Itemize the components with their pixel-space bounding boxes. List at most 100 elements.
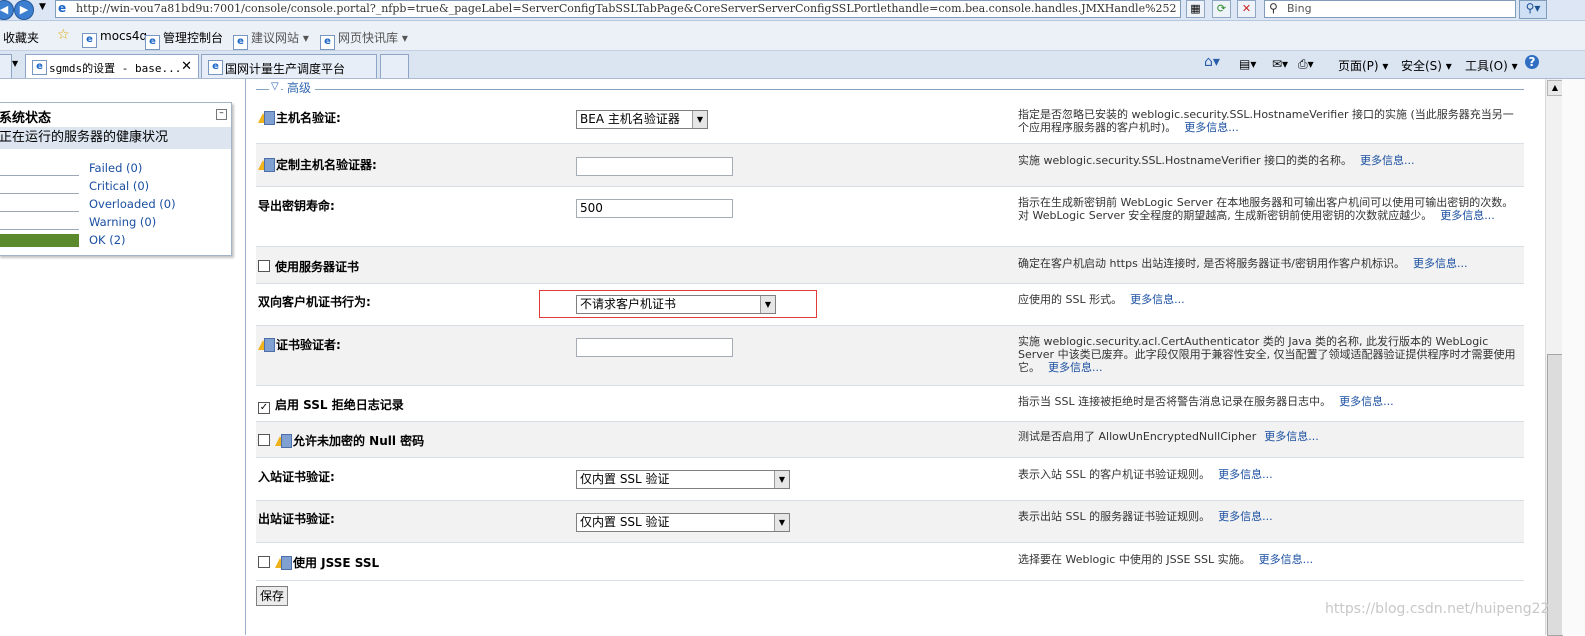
field-label: 主机名验证:: [258, 109, 341, 126]
row-use-server-certs: 使用服务器证书 确定在客户机启动 https 出站连接时, 是否将服务器证书/密…: [256, 247, 1524, 284]
home-icon[interactable]: ⌂▾: [1204, 54, 1220, 70]
tab-sgmds-settings[interactable]: e sgmds的设置 - base... ✕: [25, 54, 199, 78]
favorites-bar: 收藏夹 ☆ e mocs4q e 管理控制台 e 建议网站 ▾ e 网页快讯库 ▾: [0, 21, 1585, 51]
more-info-link[interactable]: 更多信息...: [1130, 293, 1185, 306]
tab-list-dropdown-icon[interactable]: ▼: [12, 59, 18, 68]
collapse-icon[interactable]: ▽: [269, 81, 281, 92]
health-link-warning[interactable]: Warning (0): [89, 215, 156, 229]
save-button[interactable]: 保存: [256, 586, 288, 606]
row-allow-null-cipher: 允许未加密的 Null 密码 测试是否启用了 AllowUnEncryptedN…: [256, 422, 1524, 458]
hostname-verification-select[interactable]: BEA 主机名验证器 ▼: [576, 110, 708, 129]
chevron-down-icon: ▼: [774, 514, 789, 531]
fav-link-console[interactable]: e 管理控制台: [145, 29, 223, 50]
feeds-icon[interactable]: ▤▾: [1239, 57, 1256, 71]
custom-hostname-verifier-input[interactable]: [576, 157, 733, 176]
field-description: 实施 weblogic.security.acl.CertAuthenticat…: [1018, 335, 1516, 374]
advanced-section-header[interactable]: ▽ 高级: [256, 79, 1524, 96]
more-info-link[interactable]: 更多信息...: [1440, 209, 1495, 222]
field-label: 使用服务器证书: [258, 258, 359, 275]
health-link-overloaded[interactable]: Overloaded (0): [89, 197, 176, 211]
allow-null-cipher-checkbox[interactable]: [258, 434, 270, 446]
health-bar: [0, 198, 79, 212]
more-info-link[interactable]: 更多信息...: [1259, 553, 1314, 566]
field-label: 定制主机名验证器:: [258, 156, 377, 173]
scroll-thumb[interactable]: [1547, 354, 1563, 636]
tab-dispatch-platform[interactable]: e 国网计量生产调度平台: [201, 54, 377, 78]
tools-menu[interactable]: 工具(O) ▾: [1465, 57, 1518, 74]
field-description: 实施 weblogic.security.SSL.HostnameVerifie…: [1018, 154, 1415, 167]
mail-icon[interactable]: ✉▾: [1272, 57, 1288, 71]
field-description: 指示当 SSL 连接被拒绝时是否将警告消息记录在服务器日志中。 更多信息...: [1018, 395, 1394, 408]
url-input[interactable]: e http://win-vou7a81bd9u:7001/console/co…: [55, 0, 1181, 18]
fav-web-slice-gallery[interactable]: e 网页快讯库 ▾: [320, 29, 408, 50]
compatibility-view-icon[interactable]: ▦: [1186, 0, 1205, 18]
health-row-failed: Failed (0): [0, 159, 231, 177]
watermark: https://blog.csdn.net/huipeng22: [1325, 601, 1550, 617]
field-description: 测试是否启用了 AllowUnEncryptedNullCipher 更多信息..…: [1018, 430, 1319, 443]
quick-tabs-button[interactable]: [0, 54, 12, 78]
scroll-up-icon[interactable]: ▲: [1547, 80, 1563, 96]
new-tab-button[interactable]: [380, 54, 409, 78]
more-info-link[interactable]: 更多信息...: [1264, 430, 1319, 443]
system-status-panel: 系统状态 – 正在运行的服务器的健康状况 Failed (0) Critical…: [0, 102, 232, 256]
row-two-way-client-cert: 双向客户机证书行为: 不请求客户机证书 ▼ 应使用的 SSL 形式。 更多信息...: [256, 284, 1524, 326]
use-jsse-ssl-checkbox[interactable]: [258, 556, 270, 568]
minimize-icon[interactable]: –: [216, 109, 227, 120]
row-export-key-lifespan: 导出密钥寿命: 500 指示在生成新密钥前 WebLogic Server 在本…: [256, 187, 1524, 247]
add-favorite-icon[interactable]: ☆: [57, 27, 70, 43]
highlight-box: [539, 290, 817, 318]
more-info-link[interactable]: 更多信息...: [1218, 468, 1273, 481]
outer-scroll-area: [1562, 79, 1585, 635]
print-icon[interactable]: ⎙▾: [1298, 57, 1314, 72]
more-info-link[interactable]: 更多信息...: [1184, 121, 1239, 134]
fav-suggested-sites[interactable]: e 建议网站 ▾: [233, 29, 309, 50]
field-label: 出站证书验证:: [258, 512, 335, 526]
health-link-failed[interactable]: Failed (0): [89, 161, 142, 175]
ie-page-icon: e: [82, 33, 97, 48]
fav-link-mocs4q[interactable]: e mocs4q: [82, 29, 147, 48]
more-info-link[interactable]: 更多信息...: [1339, 395, 1394, 408]
field-label: 双向客户机证书行为:: [258, 295, 371, 309]
health-link-ok[interactable]: OK (2): [89, 233, 126, 247]
field-description: 选择要在 Weblogic 中使用的 JSSE SSL 实施。 更多信息...: [1018, 553, 1314, 566]
ie-page-icon: e: [58, 1, 67, 15]
help-icon[interactable]: ?: [1525, 55, 1539, 69]
search-icon[interactable]: ⚲▾: [1519, 0, 1547, 19]
use-server-certs-checkbox[interactable]: [258, 260, 270, 272]
more-info-link[interactable]: 更多信息...: [1413, 257, 1468, 270]
health-bar: [0, 162, 79, 176]
vertical-scrollbar[interactable]: ▲: [1545, 79, 1563, 636]
url-text: http://win-vou7a81bd9u:7001/console/cons…: [76, 2, 1176, 15]
row-custom-hostname-verifier: 定制主机名验证器: 实施 weblogic.security.SSL.Hostn…: [256, 144, 1524, 187]
search-input[interactable]: ⚲ Bing: [1264, 0, 1516, 18]
field-description: 指定是否忽略已安装的 weblogic.security.SSL.Hostnam…: [1018, 108, 1514, 134]
history-dropdown-icon[interactable]: ▼: [39, 2, 46, 12]
row-cert-authenticator: 证书验证者: 实施 weblogic.security.acl.CertAuth…: [256, 326, 1524, 386]
cert-authenticator-input[interactable]: [576, 338, 733, 357]
field-description: 应使用的 SSL 形式。 更多信息...: [1018, 293, 1185, 306]
more-info-link[interactable]: 更多信息...: [1218, 510, 1273, 523]
refresh-icon[interactable]: ⟳: [1212, 0, 1231, 18]
close-tab-icon[interactable]: ✕: [181, 59, 192, 74]
health-link-critical[interactable]: Critical (0): [89, 179, 149, 193]
section-title: 高级: [283, 79, 316, 96]
inbound-cert-validation-select[interactable]: 仅内置 SSL 验证 ▼: [576, 470, 790, 489]
more-info-link[interactable]: 更多信息...: [1360, 154, 1415, 167]
safety-menu[interactable]: 安全(S) ▾: [1401, 57, 1452, 74]
outbound-cert-validation-select[interactable]: 仅内置 SSL 验证 ▼: [576, 513, 790, 532]
back-icon[interactable]: ◀: [0, 0, 14, 20]
favorites-button[interactable]: 收藏夹: [3, 29, 39, 46]
health-bar: [0, 216, 79, 230]
stop-icon[interactable]: ✕: [1237, 0, 1256, 18]
row-hostname-verification: 主机名验证: BEA 主机名验证器 ▼ 指定是否忽略已安装的 weblogic.s…: [256, 98, 1524, 144]
left-pane: 系统状态 – 正在运行的服务器的健康状况 Failed (0) Critical…: [0, 79, 246, 635]
field-label: 允许未加密的 Null 密码: [258, 432, 424, 449]
more-info-link[interactable]: 更多信息...: [1048, 361, 1103, 374]
forward-icon[interactable]: ▶: [14, 0, 34, 20]
page-menu[interactable]: 页面(P) ▾: [1338, 57, 1388, 74]
divider: [256, 89, 1524, 90]
field-description: 指示在生成新密钥前 WebLogic Server 在本地服务器和可输出客户机间…: [1018, 196, 1514, 222]
ssl-rejection-logging-checkbox[interactable]: ✓: [258, 402, 270, 414]
field-label: 入站证书验证:: [258, 470, 335, 484]
export-key-lifespan-input[interactable]: 500: [576, 199, 733, 218]
